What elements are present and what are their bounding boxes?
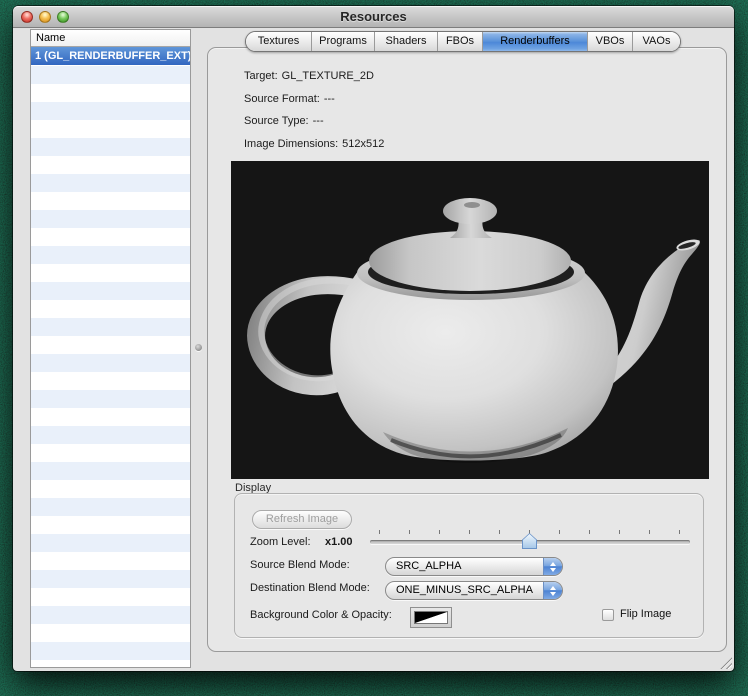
flip-image-checkbox[interactable]	[602, 609, 614, 621]
title-bar[interactable]: Resources	[13, 6, 734, 28]
utah-teapot-render	[231, 161, 709, 479]
target-value: GL_TEXTURE_2D	[282, 70, 374, 82]
source-type-label: Source Type:	[244, 115, 309, 127]
tab-programs[interactable]: Programs	[312, 32, 375, 51]
refresh-image-button[interactable]: Refresh Image	[252, 510, 352, 529]
color-opacity-swatch-icon	[414, 611, 448, 624]
background-color-opacity-label: Background Color & Opacity:	[250, 609, 392, 621]
source-blend-mode-popup[interactable]: SRC_ALPHA	[385, 557, 563, 576]
empty-list-stripes	[31, 66, 190, 667]
source-format-value: ---	[324, 93, 335, 105]
source-type-value: ---	[313, 115, 324, 127]
popup-arrows-icon	[543, 558, 562, 575]
image-dimensions-info: Image Dimensions: 512x512	[244, 138, 384, 150]
source-type-info: Source Type: ---	[244, 115, 324, 127]
tab-textures[interactable]: Textures	[246, 32, 312, 51]
source-format-info: Source Format: ---	[244, 93, 335, 105]
destination-blend-mode-popup[interactable]: ONE_MINUS_SRC_ALPHA	[385, 581, 563, 600]
tab-shaders[interactable]: Shaders	[375, 32, 438, 51]
target-label: Target:	[244, 70, 278, 82]
window-title: Resources	[13, 6, 734, 28]
image-dimensions-value: 512x512	[342, 138, 384, 150]
tab-vbos[interactable]: VBOs	[588, 32, 633, 51]
zoom-level-value: x1.00	[325, 536, 353, 548]
flip-image-label: Flip Image	[620, 608, 671, 620]
name-column-header[interactable]: Name	[31, 30, 190, 47]
resource-tabs: Textures Programs Shaders FBOs Renderbuf…	[245, 31, 681, 52]
image-dimensions-label: Image Dimensions:	[244, 138, 338, 150]
resize-grip-icon[interactable]	[719, 656, 732, 669]
slider-thumb[interactable]	[522, 533, 537, 549]
source-format-label: Source Format:	[244, 93, 320, 105]
tab-fbos[interactable]: FBOs	[438, 32, 483, 51]
resource-list: Name 1 (GL_RENDERBUFFER_EXT)	[30, 29, 191, 668]
texture-image-view	[231, 161, 709, 479]
destination-blend-mode-value: ONE_MINUS_SRC_ALPHA	[386, 582, 543, 599]
tab-content-panel: Target: GL_TEXTURE_2D Source Format: --- S…	[207, 47, 727, 652]
splitter-handle[interactable]	[195, 344, 202, 351]
background-color-well[interactable]	[410, 607, 452, 628]
resources-window: Resources Name 1 (GL_RENDERBUFFER_EXT) T…	[13, 6, 734, 671]
source-blend-mode-label: Source Blend Mode:	[250, 559, 350, 571]
tab-vaos[interactable]: VAOs	[633, 32, 680, 51]
popup-arrows-icon	[543, 582, 562, 599]
target-info: Target: GL_TEXTURE_2D	[244, 70, 374, 82]
zoom-level-label: Zoom Level:	[250, 536, 311, 548]
display-group-box: Refresh Image Zoom Level: x1.00 Source B…	[234, 493, 704, 638]
destination-blend-mode-label: Destination Blend Mode:	[250, 582, 370, 594]
tab-renderbuffers[interactable]: Renderbuffers	[483, 32, 588, 51]
list-item-renderbuffer[interactable]: 1 (GL_RENDERBUFFER_EXT)	[31, 47, 190, 65]
source-blend-mode-value: SRC_ALPHA	[386, 558, 543, 575]
